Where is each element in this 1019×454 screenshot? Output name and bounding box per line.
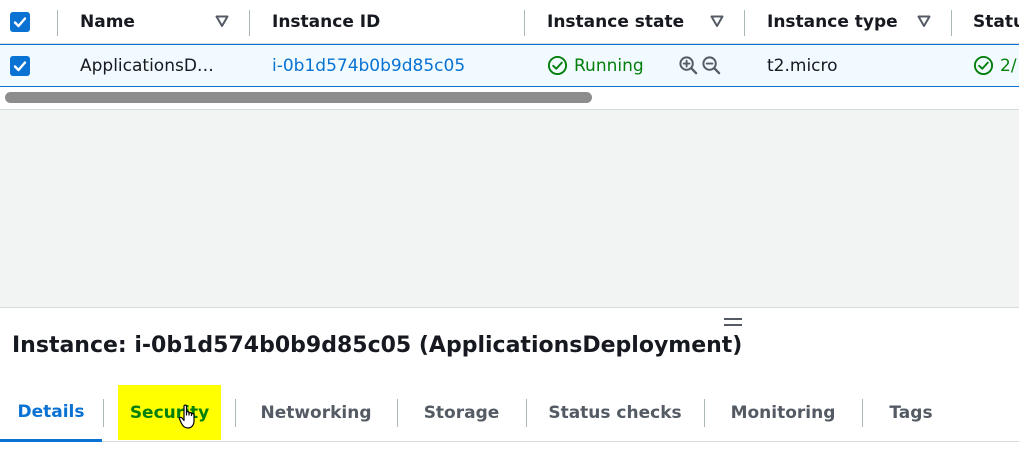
tab-security[interactable]: Security (118, 385, 221, 440)
status-checks-label: 2/ (1000, 55, 1017, 76)
tab-details[interactable]: Details (0, 384, 102, 442)
success-check-icon (547, 55, 568, 76)
filter-caret-icon[interactable] (916, 13, 932, 29)
detail-tabs: Details Security Networking Storage Stat… (0, 384, 1019, 442)
column-header-instance-state[interactable]: Instance state (547, 0, 684, 43)
tab-networking[interactable]: Networking (236, 384, 396, 442)
tab-divider (103, 399, 104, 427)
tab-monitoring[interactable]: Monitoring (705, 384, 861, 442)
select-all-checkbox[interactable] (10, 0, 30, 43)
column-divider[interactable] (744, 10, 745, 36)
zoom-in-icon[interactable] (678, 45, 699, 86)
column-header-instance-type[interactable]: Instance type (767, 0, 898, 43)
column-header-instance-id[interactable]: Instance ID (272, 0, 380, 43)
checkbox-checked-icon (10, 55, 30, 76)
instance-type: t2.micro (767, 55, 838, 76)
filter-caret-icon[interactable] (214, 13, 230, 29)
column-divider (57, 10, 58, 36)
resize-handle-icon[interactable] (724, 318, 742, 328)
table-row[interactable]: ApplicationsD… i-0b1d574b0b9d85c05 Runni… (0, 44, 1019, 87)
scrollbar-thumb[interactable] (5, 92, 592, 103)
instances-table: Name Instance ID Instance state Instance… (0, 0, 1019, 110)
tab-storage[interactable]: Storage (398, 384, 525, 442)
hand-cursor-icon (178, 404, 198, 430)
column-divider[interactable] (249, 10, 250, 36)
success-check-icon (973, 55, 994, 76)
checkbox-checked-icon (10, 11, 30, 32)
tab-tags[interactable]: Tags (863, 384, 959, 442)
panel-title: Instance: i-0b1d574b0b9d85c05 (Applicati… (12, 333, 743, 358)
column-divider[interactable] (524, 10, 525, 36)
instance-name: ApplicationsD… (80, 55, 214, 76)
empty-area (0, 110, 1019, 308)
table-header-row: Name Instance ID Instance state Instance… (0, 0, 1019, 44)
column-divider[interactable] (951, 10, 952, 36)
tab-status-checks[interactable]: Status checks (527, 384, 703, 442)
status-checks: 2/ (973, 45, 1017, 86)
filter-caret-icon[interactable] (709, 13, 725, 29)
instance-state-label: Running (574, 55, 644, 76)
instance-id-link[interactable]: i-0b1d574b0b9d85c05 (272, 45, 465, 86)
column-header-status[interactable]: Statu (973, 0, 1019, 43)
column-header-name[interactable]: Name (80, 0, 135, 43)
zoom-out-icon[interactable] (701, 45, 722, 86)
instance-state: Running (547, 45, 644, 86)
horizontal-scrollbar[interactable] (0, 88, 1019, 108)
row-checkbox[interactable] (10, 45, 30, 86)
instance-detail-panel: Instance: i-0b1d574b0b9d85c05 (Applicati… (0, 309, 1019, 454)
